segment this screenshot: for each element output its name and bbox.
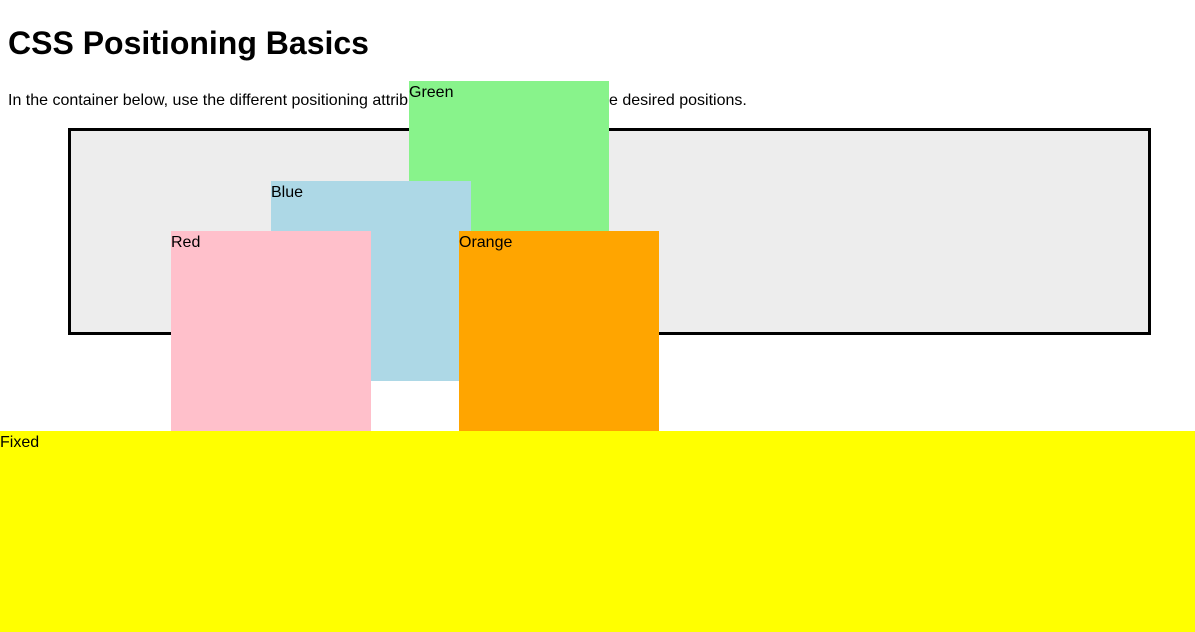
red-box: Red xyxy=(171,231,371,431)
fixed-box: Fixed xyxy=(0,431,1195,632)
orange-box: Orange xyxy=(459,231,659,431)
red-box-label: Red xyxy=(171,234,201,251)
page: CSS Positioning Basics In the container … xyxy=(0,0,1195,632)
orange-box-label: Orange xyxy=(459,234,513,251)
green-box-label: Green xyxy=(409,84,454,101)
blue-box-label: Blue xyxy=(271,184,304,201)
fixed-box-label: Fixed xyxy=(0,434,40,451)
page-title: CSS Positioning Basics xyxy=(8,25,369,61)
instructions-text: In the container below, use the differen… xyxy=(8,92,747,109)
